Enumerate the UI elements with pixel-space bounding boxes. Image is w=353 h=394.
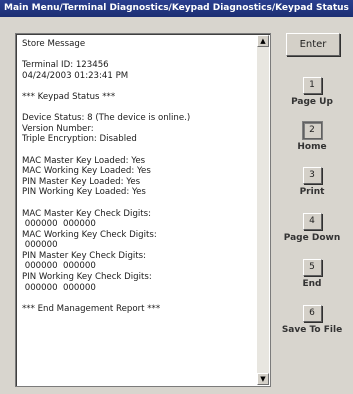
- message-line: *** Keypad Status ***: [22, 91, 116, 102]
- page-up-control: 1 Page Up: [278, 77, 346, 107]
- print-label: Print: [299, 187, 325, 197]
- message-line: MAC Master Key Check Digits:: [22, 208, 152, 219]
- home-key-button[interactable]: 2: [301, 121, 323, 140]
- print-key-button[interactable]: 3: [302, 167, 322, 184]
- save-to-file-label: Save To File: [281, 325, 343, 335]
- message-line: 000000 000000: [22, 261, 96, 272]
- print-control: 3 Print: [278, 167, 346, 197]
- message-text: Store Message Terminal ID: 123456 04/24/…: [22, 39, 258, 314]
- message-line: [22, 81, 258, 92]
- message-line: [22, 50, 258, 61]
- home-label: Home: [297, 142, 327, 152]
- save-to-file-control: 6 Save To File: [278, 305, 346, 335]
- scroll-up-arrow-icon[interactable]: ▲: [257, 35, 269, 47]
- message-line: Store Message: [22, 39, 86, 49]
- page-down-key-button[interactable]: 4: [302, 213, 322, 230]
- page-down-control: 4 Page Down: [278, 213, 346, 243]
- message-line: 000000 000000: [22, 219, 96, 230]
- scroll-down-arrow-icon[interactable]: ▼: [257, 373, 269, 385]
- message-line: Terminal ID: 123456: [22, 60, 109, 71]
- home-control: 2 Home: [278, 121, 346, 152]
- message-line: MAC Master Key Loaded: Yes: [22, 155, 146, 166]
- message-line: [22, 103, 258, 114]
- message-line: [22, 293, 258, 304]
- message-line: PIN Master Key Check Digits:: [22, 250, 147, 261]
- message-line: 000000: [22, 240, 58, 251]
- save-to-file-key-button[interactable]: 6: [302, 305, 322, 322]
- page-up-label: Page Up: [291, 97, 333, 107]
- keypad-status-window: Main Menu/Terminal Diagnostics/Keypad Di…: [0, 0, 353, 394]
- message-line: Version Number:: [22, 123, 94, 134]
- end-control: 5 End: [278, 259, 346, 289]
- message-line: [22, 145, 258, 156]
- message-line: PIN Working Key Check Digits:: [22, 272, 152, 283]
- message-line: Triple Encryption: Disabled: [22, 134, 137, 145]
- message-line: 04/24/2003 01:23:41 PM: [22, 70, 129, 81]
- message-line: Device Status: 8 (The device is online.): [22, 113, 191, 124]
- message-display[interactable]: Store Message Terminal ID: 123456 04/24/…: [15, 33, 271, 387]
- message-line: *** End Management Report ***: [22, 303, 161, 314]
- end-label: End: [302, 279, 322, 289]
- page-down-label: Page Down: [283, 233, 341, 243]
- message-line: [22, 198, 258, 209]
- message-line: PIN Master Key Loaded: Yes: [22, 176, 141, 187]
- window-title: Main Menu/Terminal Diagnostics/Keypad Di…: [0, 0, 353, 17]
- enter-button[interactable]: Enter: [286, 33, 340, 56]
- message-line: MAC Working Key Check Digits:: [22, 229, 157, 240]
- message-line: MAC Working Key Loaded: Yes: [22, 166, 151, 177]
- vertical-scrollbar[interactable]: ▲ ▼: [257, 35, 269, 385]
- message-line: PIN Working Key Loaded: Yes: [22, 187, 146, 198]
- end-key-button[interactable]: 5: [302, 259, 322, 276]
- message-line: 000000 000000: [22, 282, 96, 293]
- page-up-key-button[interactable]: 1: [302, 77, 322, 94]
